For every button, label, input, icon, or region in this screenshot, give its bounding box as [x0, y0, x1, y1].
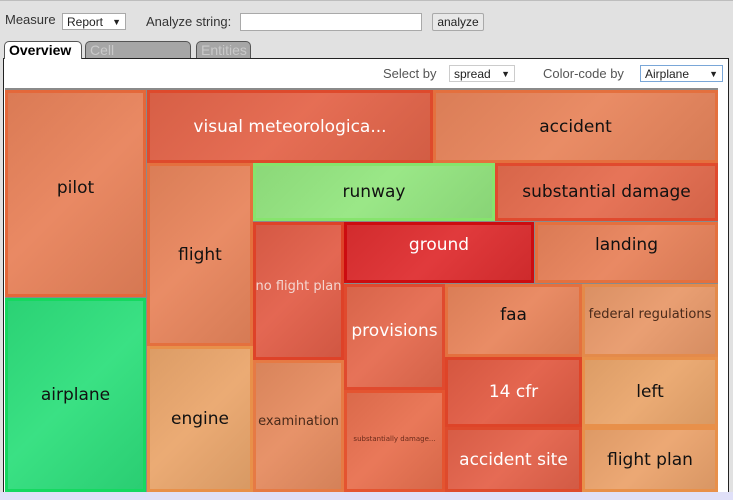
- treemap-tile[interactable]: 14 cfr: [445, 357, 582, 427]
- toolbar: Measure Report ▼ Analyze string: analyze: [0, 0, 733, 39]
- treemap-tile[interactable]: substantially damage...: [344, 390, 445, 492]
- treemap-tile-label: provisions: [351, 321, 438, 341]
- treemap-tile[interactable]: engine: [147, 346, 253, 492]
- measure-label: Measure: [5, 12, 56, 27]
- treemap: pilot airplane visual meteorologica... acci…: [5, 88, 718, 492]
- tab-cell-breakdown[interactable]: Cell breakdown: [85, 41, 191, 74]
- select-by-select[interactable]: spread ▼: [449, 65, 515, 82]
- treemap-tile-label: substantially damage...: [353, 435, 436, 443]
- analyze-string-label: Analyze string:: [146, 14, 232, 29]
- treemap-tile[interactable]: ground: [344, 222, 534, 283]
- treemap-tile-label: flight plan: [607, 449, 693, 470]
- measure-select[interactable]: Report ▼: [62, 13, 126, 30]
- treemap-tile[interactable]: pilot: [5, 90, 146, 297]
- select-by-value: spread: [454, 67, 491, 81]
- tab-overview[interactable]: Overview: [4, 41, 82, 59]
- treemap-tile-label: flight: [178, 244, 222, 265]
- treemap-tile-label: airplane: [40, 385, 111, 405]
- bottom-strip: [0, 492, 733, 500]
- analyze-button[interactable]: analyze: [432, 13, 484, 31]
- treemap-tile[interactable]: visual meteorologica...: [147, 90, 433, 163]
- measure-select-value: Report: [67, 15, 104, 29]
- tab-entities[interactable]: Entities: [196, 41, 251, 58]
- select-by-label: Select by: [383, 66, 437, 81]
- treemap-tile[interactable]: federal regulations: [582, 284, 718, 357]
- color-code-value: Airplane: [645, 67, 690, 81]
- color-code-label: Color-code by: [543, 66, 624, 81]
- chevron-down-icon: ▼: [501, 69, 510, 79]
- treemap-tile[interactable]: airplane: [5, 298, 146, 492]
- treemap-tile[interactable]: accident site: [445, 427, 582, 492]
- treemap-tile-label: left: [636, 382, 664, 402]
- analyze-string-input[interactable]: [240, 13, 422, 31]
- treemap-tile[interactable]: substantial damage: [495, 163, 718, 221]
- chevron-down-icon: ▼: [709, 69, 718, 79]
- treemap-tile[interactable]: faa: [445, 284, 582, 357]
- treemap-tile[interactable]: flight plan: [582, 427, 718, 492]
- treemap-tile-label: no flight plan: [255, 278, 342, 294]
- color-code-select[interactable]: Airplane ▼: [640, 65, 723, 82]
- treemap-tile-label: ground: [408, 234, 470, 255]
- treemap-tile-label: visual meteorologica...: [193, 116, 387, 137]
- treemap-tile[interactable]: provisions: [344, 284, 445, 390]
- treemap-tile[interactable]: no flight plan: [253, 222, 344, 360]
- treemap-tile-label: faa: [500, 304, 527, 325]
- treemap-tile-label: 14 cfr: [488, 382, 539, 402]
- treemap-tile-label: landing: [595, 234, 658, 255]
- treemap-tile-label: accident: [539, 116, 612, 137]
- treemap-tile-label: runway: [342, 182, 406, 202]
- treemap-tile-label: substantial damage: [522, 182, 691, 202]
- chevron-down-icon: ▼: [112, 17, 121, 27]
- treemap-tile[interactable]: accident: [433, 90, 718, 163]
- treemap-tile[interactable]: runway: [253, 163, 495, 221]
- treemap-tile-label: federal regulations: [588, 307, 712, 322]
- treemap-tile-label: accident site: [459, 449, 568, 470]
- treemap-tile-label: pilot: [56, 177, 95, 198]
- treemap-tile[interactable]: landing: [535, 222, 718, 283]
- treemap-tile[interactable]: examination: [253, 360, 344, 492]
- treemap-tile[interactable]: flight: [147, 163, 253, 346]
- treemap-tile[interactable]: left: [582, 357, 718, 427]
- treemap-tile-label: engine: [171, 409, 229, 429]
- treemap-tile-label: examination: [258, 413, 339, 429]
